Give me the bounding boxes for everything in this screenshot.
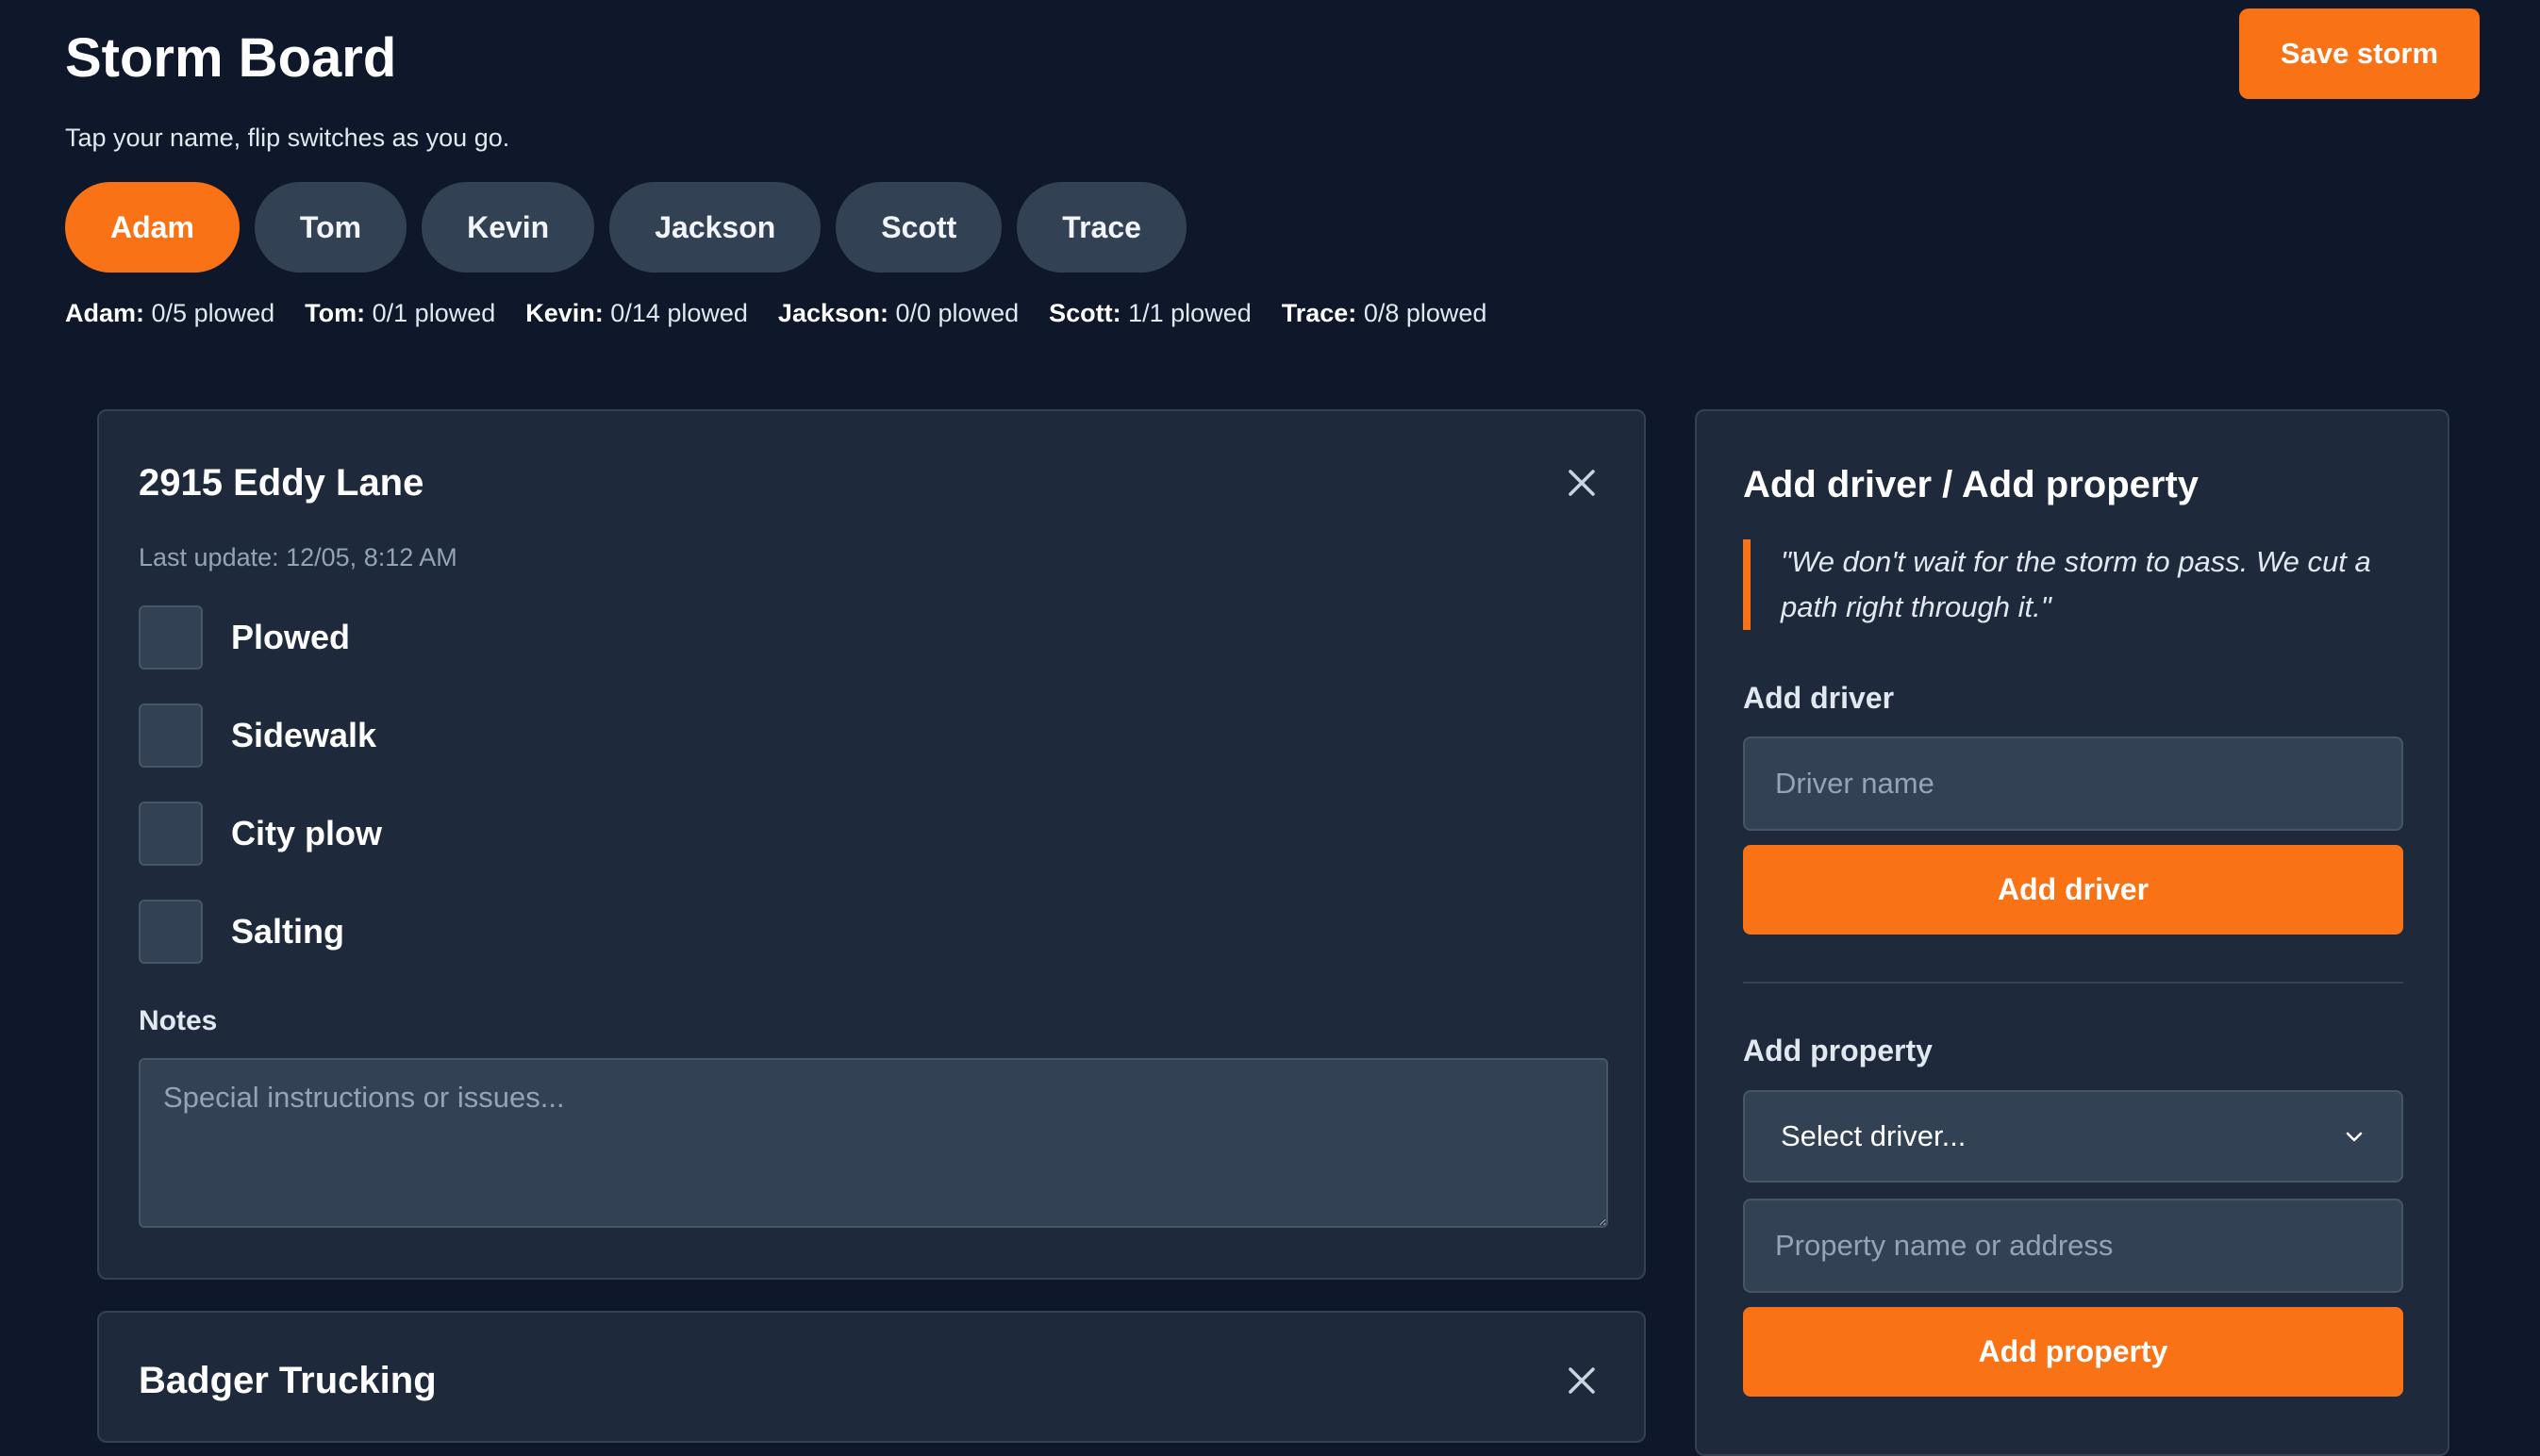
checkbox-label: Sidewalk [231,716,377,754]
page-title: Storm Board [65,27,397,89]
stat-trace: Trace: 0/8 plowed [1281,299,1487,327]
stat-scott: Scott: 1/1 plowed [1049,299,1252,327]
checkbox-label: Plowed [231,618,351,656]
property-card: 2915 Eddy Lane Last update: 12/05, 8:12 … [97,409,1646,1280]
add-driver-button[interactable]: Add driver [1743,845,2403,935]
checkbox-label: Salting [231,912,345,951]
save-storm-button[interactable]: Save storm [2239,8,2480,99]
sidewalk-checkbox[interactable]: Sidewalk [139,703,376,768]
notes-label: Notes [139,1005,218,1036]
city-plow-checkbox[interactable]: City plow [139,802,382,866]
checkbox-label: City plow [231,814,382,852]
close-icon[interactable] [1559,460,1604,505]
property-card: Badger Trucking [97,1311,1646,1443]
add-panel: Add driver / Add property "We don't wait… [1695,409,2449,1456]
notes-input[interactable] [139,1058,1608,1228]
motto-quote: "We don't wait for the storm to pass. We… [1743,539,2394,630]
checkbox-box[interactable] [139,605,203,670]
select-value: Select driver... [1781,1119,1967,1152]
salting-checkbox[interactable]: Salting [139,900,344,964]
add-property-button[interactable]: Add property [1743,1307,2403,1397]
stat-tom: Tom: 0/1 plowed [305,299,496,327]
property-title: 2915 Eddy Lane [139,462,424,504]
stat-adam: Adam: 0/5 plowed [65,299,275,327]
stat-kevin: Kevin: 0/14 plowed [525,299,748,327]
page-subtitle: Tap your name, flip switches as you go. [65,124,510,152]
checkbox-box[interactable] [139,703,203,768]
divider [1743,982,2403,984]
driver-pill-adam[interactable]: Adam [65,182,240,273]
close-icon[interactable] [1559,1358,1604,1403]
driver-select[interactable]: Select driver... [1743,1090,2403,1183]
driver-selector: Adam Tom Kevin Jackson Scott Trace [65,182,1187,273]
driver-pill-scott[interactable]: Scott [836,182,1003,273]
last-update: Last update: 12/05, 8:12 AM [139,543,457,571]
driver-name-input[interactable] [1743,736,2403,831]
property-name-input[interactable] [1743,1199,2403,1293]
driver-pill-kevin[interactable]: Kevin [422,182,595,273]
stat-jackson: Jackson: 0/0 plowed [777,299,1020,327]
driver-pill-tom[interactable]: Tom [254,182,407,273]
plowed-checkbox[interactable]: Plowed [139,605,350,670]
panel-title: Add driver / Add property [1743,464,2200,505]
add-driver-label: Add driver [1743,681,1895,715]
checkbox-box[interactable] [139,802,203,866]
driver-pill-trace[interactable]: Trace [1017,182,1187,273]
chevron-down-icon [2346,1132,2363,1142]
driver-pill-jackson[interactable]: Jackson [609,182,822,273]
add-property-label: Add property [1743,1034,1933,1067]
checkbox-box[interactable] [139,900,203,964]
property-title: Badger Trucking [139,1360,437,1401]
driver-stats: Adam: 0/5 plowed Tom: 0/1 plowed Kevin: … [65,299,1486,328]
